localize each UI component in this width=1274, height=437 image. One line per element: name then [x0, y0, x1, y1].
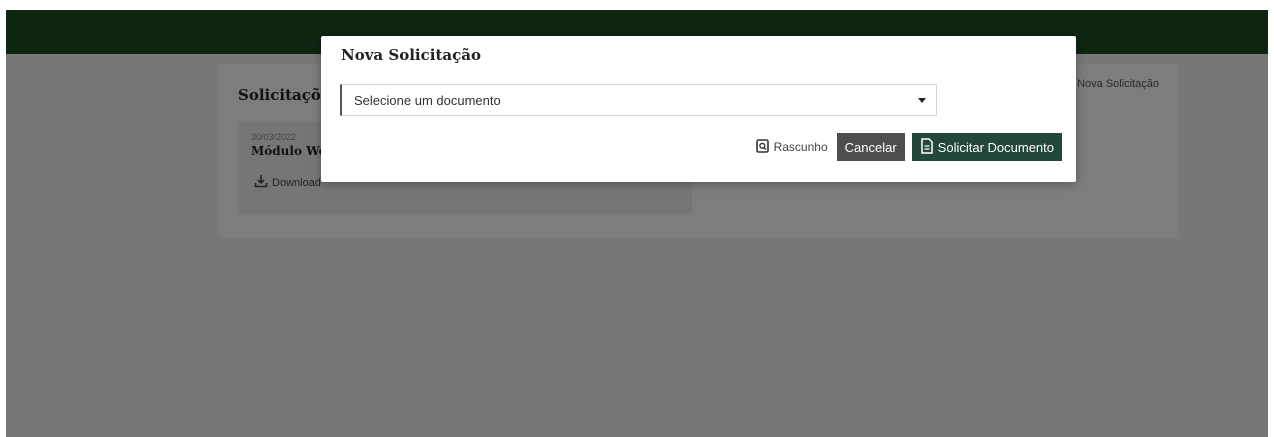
search-document-icon [755, 138, 769, 156]
document-select-value: Selecione um documento [354, 92, 501, 108]
document-select[interactable]: Selecione um documento [340, 84, 937, 116]
cancel-button[interactable]: Cancelar [836, 133, 905, 161]
caret-down-icon [918, 98, 926, 103]
draft-label: Rascunho [773, 140, 828, 154]
request-document-label: Solicitar Documento [937, 139, 1054, 155]
request-document-button[interactable]: Solicitar Documento [911, 133, 1062, 161]
modal-title: Nova Solicitação [341, 46, 481, 64]
document-icon [920, 137, 934, 157]
modal-actions: Rascunho Cancelar Solicitar Documento [755, 133, 1062, 161]
draft-button[interactable]: Rascunho [755, 138, 828, 156]
new-request-modal: Nova Solicitação Selecione um documento … [321, 36, 1076, 182]
